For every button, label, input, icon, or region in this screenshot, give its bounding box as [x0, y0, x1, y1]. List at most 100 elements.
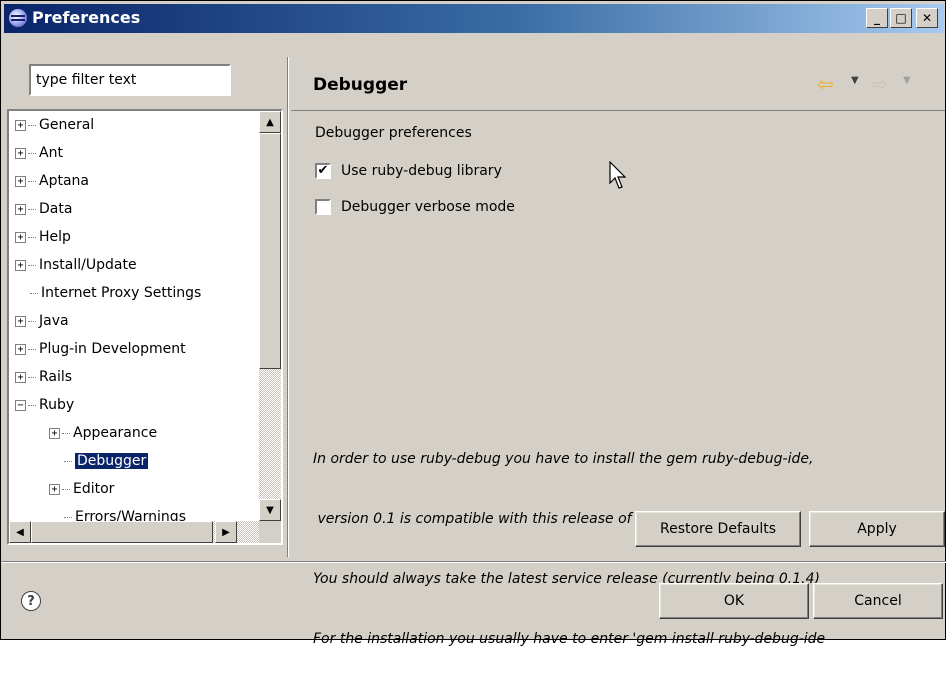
- collapse-icon[interactable]: −: [15, 399, 26, 411]
- tree-item-label: Ruby: [39, 397, 75, 413]
- tree-connector: [64, 460, 72, 462]
- page-header: Debugger ⇦ ▼ ⇨ ▼: [291, 57, 945, 111]
- verbose-mode-checkbox[interactable]: [315, 199, 331, 215]
- tree-item[interactable]: Internet Proxy Settings: [15, 283, 201, 303]
- expand-icon[interactable]: +: [15, 119, 26, 131]
- expand-icon[interactable]: +: [49, 427, 60, 439]
- back-arrow-icon[interactable]: ⇦: [817, 74, 834, 94]
- expand-icon[interactable]: +: [15, 371, 26, 383]
- tree-item[interactable]: + Aptana: [15, 171, 89, 191]
- scroll-up-arrow-icon[interactable]: ▲: [259, 111, 281, 133]
- pane-splitter[interactable]: [287, 57, 289, 557]
- expand-icon[interactable]: +: [15, 343, 26, 355]
- tree-item-label: Java: [39, 313, 69, 329]
- scroll-corner: [259, 521, 281, 543]
- tree-connector: [28, 124, 36, 126]
- tree-item-label: Install/Update: [39, 257, 137, 273]
- tree-item[interactable]: + Plug-in Development: [15, 339, 186, 359]
- use-ruby-debug-option[interactable]: ✔ Use ruby-debug library: [315, 161, 502, 181]
- verbose-mode-option[interactable]: Debugger verbose mode: [315, 197, 515, 217]
- window-title: Preferences: [32, 8, 141, 27]
- tree-connector: [62, 432, 70, 434]
- use-ruby-debug-checkbox[interactable]: ✔: [315, 163, 331, 179]
- tree-connector: [28, 376, 36, 378]
- preferences-tree: + General + Ant + Aptana + Data + Help + Install/Up…: [7, 109, 283, 545]
- tree-connector: [28, 348, 36, 350]
- eclipse-app-icon: [9, 9, 27, 27]
- scroll-right-arrow-icon[interactable]: ▶: [215, 521, 237, 543]
- tree-item[interactable]: + Java: [15, 311, 69, 331]
- tree-connector: [28, 320, 36, 322]
- expand-icon[interactable]: +: [15, 259, 26, 271]
- tree-item[interactable]: + Ant: [15, 143, 63, 163]
- scroll-left-arrow-icon[interactable]: ◀: [9, 521, 31, 543]
- page-title: Debugger: [313, 75, 408, 95]
- tree-connector: [62, 488, 70, 490]
- minimize-button[interactable]: _: [866, 8, 888, 28]
- tree-item-label: Internet Proxy Settings: [41, 285, 202, 301]
- expand-icon[interactable]: +: [15, 315, 26, 327]
- tree-item-label: Plug-in Development: [39, 341, 186, 357]
- debugger-preferences-label: Debugger preferences: [315, 125, 472, 141]
- tree-item-label: Aptana: [39, 173, 89, 189]
- forward-arrow-icon[interactable]: ⇨: [871, 74, 888, 94]
- close-button[interactable]: ✕: [916, 8, 938, 28]
- back-history-dropdown-icon[interactable]: ▼: [851, 75, 859, 86]
- expand-icon[interactable]: +: [49, 483, 60, 495]
- filter-input[interactable]: type filter text: [29, 64, 231, 96]
- tree-connector: [28, 264, 36, 266]
- scroll-thumb[interactable]: [259, 133, 281, 369]
- tree-item[interactable]: + Data: [15, 199, 72, 219]
- tree-item[interactable]: + General: [15, 115, 94, 135]
- forward-history-dropdown-icon[interactable]: ▼: [903, 75, 911, 86]
- mouse-cursor-icon: [609, 161, 627, 189]
- tree-connector: [28, 208, 36, 210]
- tree-item-label: Appearance: [73, 425, 158, 441]
- footer-separator: [1, 561, 946, 563]
- use-ruby-debug-label: Use ruby-debug library: [341, 163, 502, 179]
- tree-item[interactable]: + Install/Update: [15, 255, 137, 275]
- restore-defaults-button[interactable]: Restore Defaults: [635, 511, 801, 547]
- tree-item[interactable]: + Help: [15, 227, 71, 247]
- tree-item[interactable]: + Appearance: [49, 423, 157, 443]
- tree-connector: [28, 152, 36, 154]
- horizontal-scroll-thumb[interactable]: [31, 521, 213, 543]
- tree-item[interactable]: Debugger: [49, 451, 149, 471]
- tree-item-label: Ant: [39, 145, 63, 161]
- tree-item-label: Errors/Warnings: [75, 509, 186, 521]
- tree-item-label: General: [39, 117, 95, 133]
- tree-connector: [28, 236, 36, 238]
- info-line: For the installation you usually have to…: [313, 631, 826, 647]
- cancel-button[interactable]: Cancel: [813, 583, 943, 619]
- tree-connector: [64, 516, 72, 518]
- tree-items: + General + Ant + Aptana + Data + Help + Install/Up…: [9, 111, 257, 521]
- tree-item-label: Help: [39, 229, 71, 245]
- tree-item[interactable]: − Ruby: [15, 395, 74, 415]
- maximize-button[interactable]: □: [890, 8, 912, 28]
- tree-item[interactable]: + Editor: [49, 479, 114, 499]
- verbose-mode-label: Debugger verbose mode: [341, 199, 515, 215]
- tree-connector: [28, 180, 36, 182]
- help-icon[interactable]: ?: [21, 591, 41, 611]
- info-line: In order to use ruby-debug you have to i…: [313, 451, 814, 467]
- tree-item[interactable]: Errors/Warnings: [49, 507, 186, 521]
- expand-icon[interactable]: +: [15, 203, 26, 215]
- tree-vertical-scrollbar[interactable]: ▲ ▼: [259, 111, 281, 521]
- tree-item-label: Rails: [39, 369, 73, 385]
- tree-connector: [28, 404, 36, 406]
- preferences-window: Preferences _ □ ✕ type filter text + Gene…: [0, 0, 946, 647]
- scroll-down-arrow-icon[interactable]: ▼: [259, 499, 281, 521]
- expand-icon[interactable]: +: [15, 147, 26, 159]
- tree-item-label: Editor: [73, 481, 115, 497]
- ruby-debug-info-text: In order to use ruby-debug you have to i…: [313, 409, 945, 689]
- tree-connector: [30, 292, 38, 294]
- expand-icon[interactable]: +: [15, 231, 26, 243]
- tree-item-label: Data: [39, 201, 73, 217]
- ok-button[interactable]: OK: [659, 583, 809, 619]
- apply-button[interactable]: Apply: [809, 511, 945, 547]
- expand-icon[interactable]: +: [15, 175, 26, 187]
- tree-horizontal-scrollbar[interactable]: ◀ ▶: [9, 521, 281, 543]
- tree-item[interactable]: + Rails: [15, 367, 72, 387]
- title-bar[interactable]: Preferences _ □ ✕: [4, 4, 944, 33]
- tree-item-label: Debugger: [75, 453, 149, 469]
